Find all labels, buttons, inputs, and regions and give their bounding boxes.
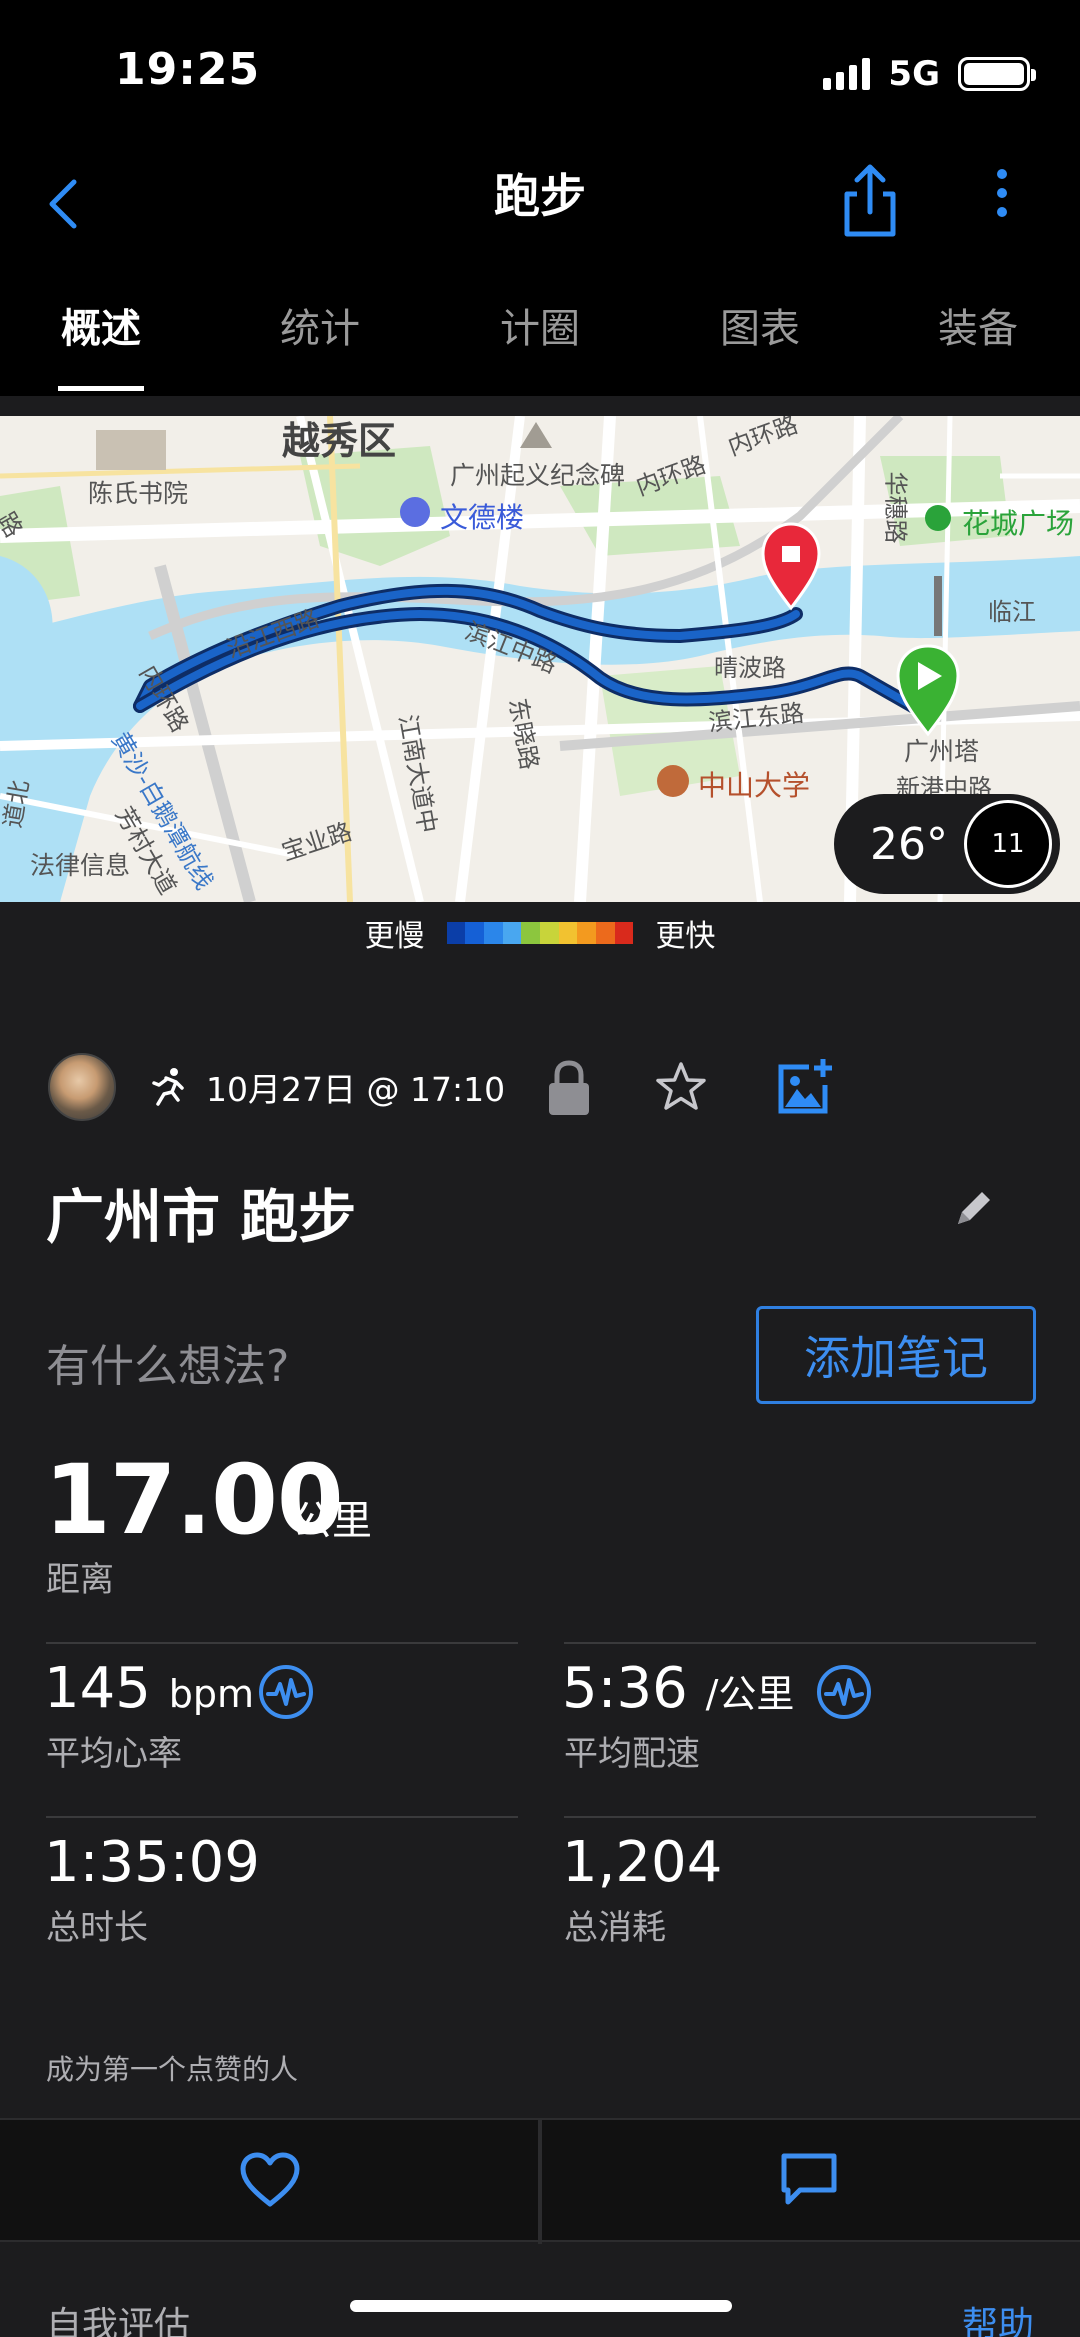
wind-indicator: 11 bbox=[964, 800, 1052, 888]
map-label-zhongshan: 中山大学 bbox=[698, 769, 811, 802]
heart-rate-value: 145 bbox=[44, 1656, 151, 1721]
share-icon bbox=[844, 164, 896, 237]
pace-color-swatch bbox=[483, 922, 503, 944]
duration-value: 1:35:09 bbox=[44, 1830, 260, 1895]
nav-bar: 跑步 bbox=[0, 140, 1080, 280]
weather-temperature: 26° bbox=[870, 818, 948, 870]
zhongshan-poi-icon bbox=[657, 765, 689, 797]
pace-value: 5:36 bbox=[562, 1656, 688, 1721]
tab-gear[interactable]: 装备 bbox=[878, 296, 1078, 354]
map-label-chen-shuyuan: 陈氏书院 bbox=[88, 479, 189, 508]
pace-color-swatch bbox=[558, 922, 578, 944]
network-label: 5G bbox=[888, 54, 940, 94]
legend-slower-label: 更慢 bbox=[364, 919, 425, 954]
add-photo-icon[interactable] bbox=[775, 1057, 835, 1117]
divider bbox=[564, 1816, 1036, 1818]
status-time: 19:25 bbox=[115, 44, 261, 95]
running-icon bbox=[152, 1068, 184, 1106]
distance-unit: 公里 bbox=[292, 1498, 372, 1544]
tab-overview[interactable]: 概述 bbox=[1, 296, 201, 354]
canton-tower-icon bbox=[934, 576, 942, 636]
self-evaluation-heading: 自我评估 bbox=[46, 2305, 191, 2337]
heart-rate-unit: bpm bbox=[168, 1672, 254, 1716]
status-bar: 19:25 5G bbox=[0, 0, 1080, 140]
edit-pencil-icon[interactable] bbox=[952, 1186, 996, 1230]
pace-color-swatch bbox=[502, 922, 522, 944]
comment-button[interactable] bbox=[778, 2150, 840, 2210]
map-label-qiyi: 广州起义纪念碑 bbox=[450, 461, 626, 490]
monument-icon bbox=[520, 422, 552, 448]
pace-color-swatch bbox=[596, 922, 615, 944]
map-label-wende: 文德楼 bbox=[440, 501, 525, 534]
more-options-button[interactable] bbox=[980, 160, 1024, 240]
like-button[interactable] bbox=[238, 2150, 302, 2210]
map-label-linjiang: 临江 bbox=[988, 598, 1036, 626]
calories-label: 总消耗 bbox=[564, 1908, 666, 1948]
tab-charts[interactable]: 图表 bbox=[660, 296, 860, 354]
map-label-qingbo: 晴波路 bbox=[714, 654, 786, 682]
map-label-huacheng: 花城广场 bbox=[962, 507, 1075, 540]
pace-color-scale bbox=[446, 922, 634, 944]
map-label-guangzhou-ta: 广州塔 bbox=[904, 737, 980, 766]
share-button[interactable] bbox=[840, 160, 900, 240]
calories-value: 1,204 bbox=[562, 1830, 723, 1895]
map-label-yuexiu: 越秀区 bbox=[282, 419, 397, 463]
help-link[interactable]: 帮助 bbox=[962, 2296, 1034, 2337]
comment-icon bbox=[781, 2153, 837, 2205]
wende-poi-icon bbox=[400, 497, 430, 527]
activity-meta-row: 10月27日 @ 17:10 bbox=[48, 1052, 1048, 1122]
divider bbox=[46, 1642, 518, 1644]
distance-label: 距离 bbox=[46, 1560, 114, 1600]
divider bbox=[538, 2120, 542, 2244]
huacheng-poi-icon bbox=[925, 505, 951, 531]
divider bbox=[564, 1642, 1036, 1644]
pace-unit: /公里 bbox=[705, 1672, 795, 1716]
wind-speed: 11 bbox=[991, 829, 1025, 859]
pace-color-swatch bbox=[465, 922, 484, 944]
chen-shuyuan-icon bbox=[96, 430, 166, 470]
pace-chart-icon[interactable] bbox=[816, 1664, 872, 1720]
map-label-falv: 法律信息 bbox=[30, 851, 131, 880]
avatar[interactable] bbox=[48, 1053, 116, 1121]
star-icon[interactable] bbox=[653, 1059, 709, 1115]
legend-faster-label: 更快 bbox=[655, 919, 716, 954]
heart-rate-stat: 145 bpm bbox=[44, 1656, 254, 1721]
page-title: 跑步 bbox=[494, 169, 586, 223]
activity-title: 广州市 跑步 bbox=[46, 1183, 357, 1251]
kudos-prompt: 成为第一个点赞的人 bbox=[46, 2053, 299, 2086]
pace-color-swatch bbox=[521, 922, 540, 944]
pace-color-swatch bbox=[446, 922, 466, 944]
heart-icon bbox=[240, 2152, 300, 2207]
tab-laps[interactable]: 计圈 bbox=[440, 296, 640, 354]
pace-stat: 5:36 /公里 bbox=[562, 1656, 794, 1721]
battery-icon bbox=[958, 57, 1036, 91]
pace-label: 平均配速 bbox=[564, 1734, 700, 1774]
home-indicator bbox=[350, 2300, 732, 2312]
social-action-bar bbox=[0, 2118, 1080, 2244]
heart-rate-label: 平均心率 bbox=[46, 1734, 182, 1774]
lock-icon[interactable] bbox=[545, 1057, 593, 1117]
pace-color-swatch bbox=[577, 922, 597, 944]
status-indicators: 5G bbox=[823, 52, 1036, 96]
notes-prompt: 有什么想法? bbox=[46, 1341, 290, 1392]
heart-rate-chart-icon[interactable] bbox=[258, 1664, 314, 1720]
pace-color-swatch bbox=[540, 922, 559, 944]
divider bbox=[46, 1816, 518, 1818]
route-map[interactable]: 越秀区 陈氏书院 广州起义纪念碑 文德楼 内环路 内环路 内环路 华穗路 花城广… bbox=[0, 416, 1080, 902]
signal-icon bbox=[823, 58, 871, 90]
map-label-huasui: 华穗路 bbox=[881, 471, 910, 544]
pace-color-swatch bbox=[614, 922, 634, 944]
add-note-button[interactable]: 添加笔记 bbox=[756, 1306, 1036, 1404]
activity-date: 10月27日 @ 17:10 bbox=[206, 1070, 506, 1109]
active-tab-indicator bbox=[58, 386, 144, 391]
tab-bar: 概述 统计 计圈 图表 装备 bbox=[0, 280, 1080, 396]
weather-badge: 26° 11 bbox=[834, 794, 1060, 894]
duration-label: 总时长 bbox=[46, 1908, 148, 1948]
pace-legend: 更慢 更快 bbox=[0, 908, 1080, 958]
tab-stats[interactable]: 统计 bbox=[220, 296, 420, 354]
more-vertical-icon bbox=[997, 169, 1007, 217]
